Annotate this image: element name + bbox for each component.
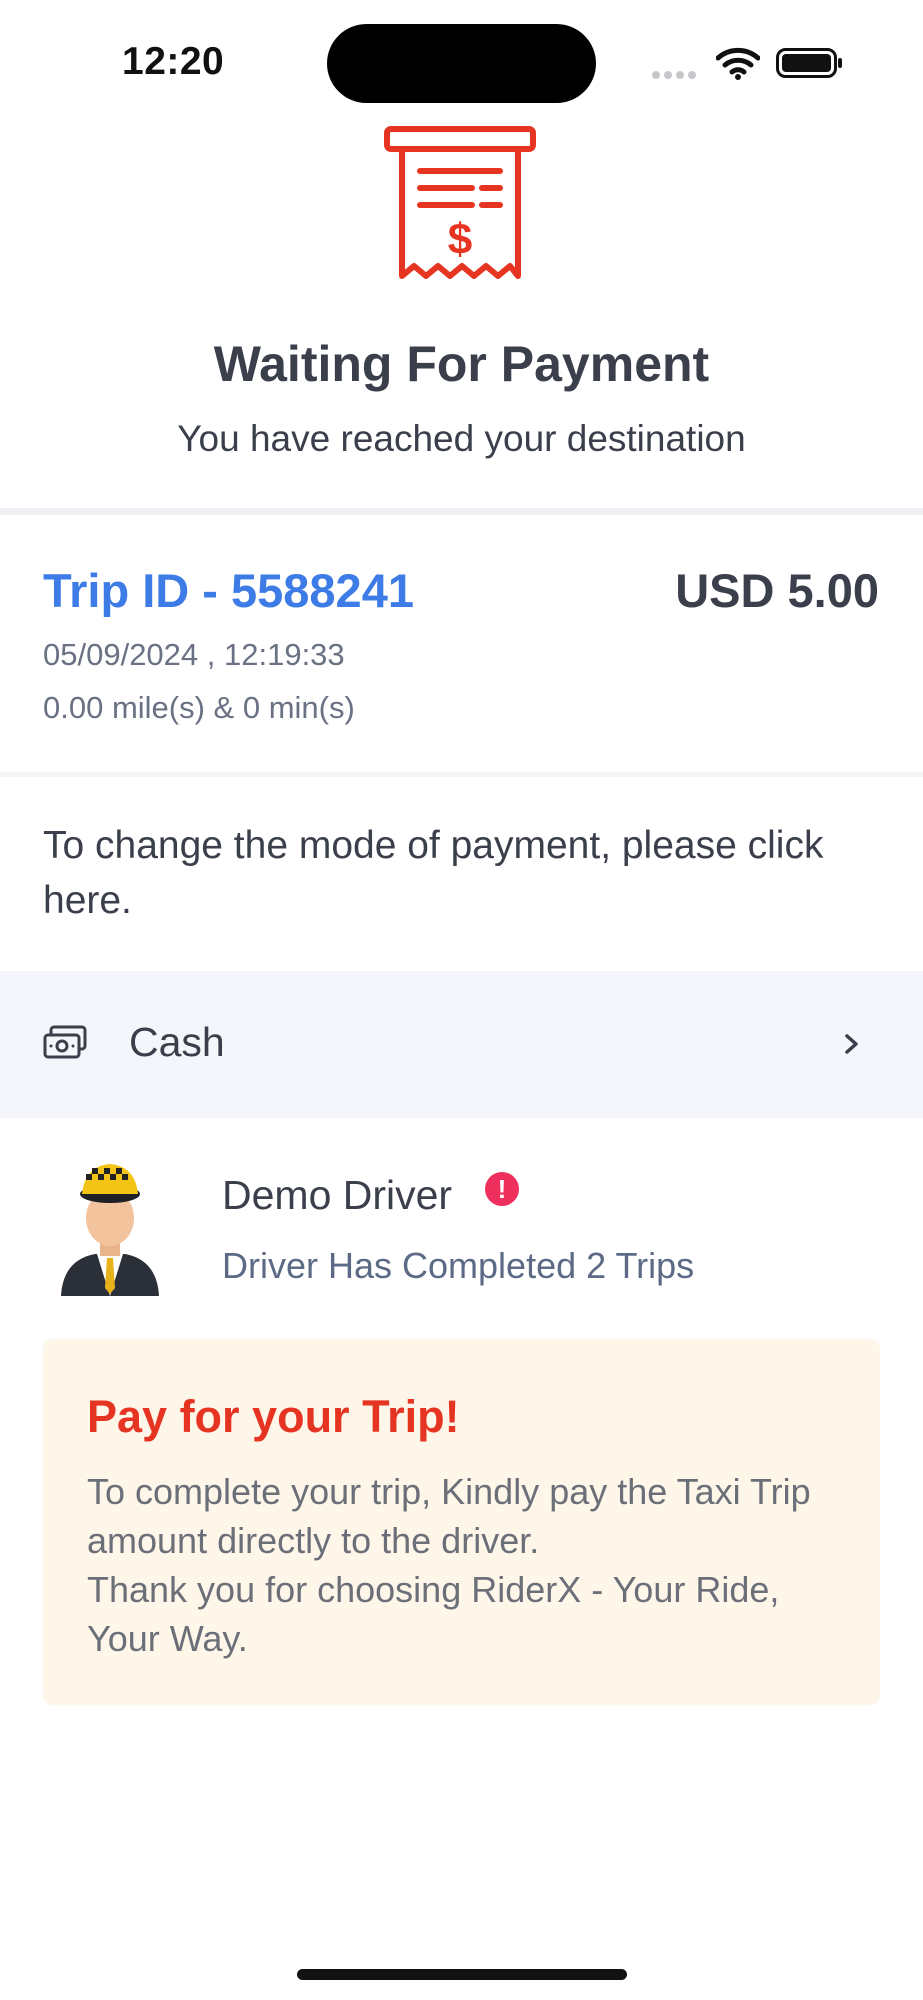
trip-amount: USD 5.00 [675, 564, 879, 617]
notice-body: To complete your trip, Kindly pay the Ta… [87, 1467, 847, 1663]
driver-avatar [61, 1164, 159, 1296]
payment-notice-card: Pay for your Trip! To complete your trip… [43, 1339, 880, 1705]
payment-mode-label: Cash [129, 1019, 225, 1065]
cellular-signal-icon [652, 66, 702, 79]
notice-title: Pay for your Trip! [87, 1391, 460, 1442]
page-subtitle: You have reached your destination [177, 418, 746, 459]
driver-trips-count: Driver Has Completed 2 Trips [222, 1245, 695, 1286]
section-divider [0, 508, 923, 515]
wifi-icon [716, 47, 760, 80]
battery-icon [776, 48, 842, 78]
page-title: Waiting For Payment [213, 336, 710, 392]
alert-icon[interactable]: ! [485, 1172, 519, 1206]
payment-mode-row[interactable]: Cash [0, 971, 923, 1118]
chevron-right-icon [845, 1034, 858, 1054]
dynamic-island [327, 24, 596, 103]
status-bar: 12:20 [0, 0, 923, 120]
trip-datetime: 05/09/2024 , 12:19:33 [43, 637, 345, 672]
status-time: 12:20 [122, 40, 225, 83]
cash-icon [43, 1025, 87, 1059]
svg-text:$: $ [448, 215, 472, 264]
home-indicator[interactable] [297, 1969, 627, 1980]
notice-body-line: To complete your trip, Kindly pay the Ta… [87, 1471, 811, 1561]
section-divider [0, 772, 923, 777]
notice-body-line: Thank you for choosing RiderX - Your Rid… [87, 1569, 780, 1659]
driver-name: Demo Driver [222, 1172, 453, 1218]
receipt-dollar-icon: $ [384, 126, 536, 279]
trip-distance-duration: 0.00 mile(s) & 0 min(s) [43, 690, 355, 725]
trip-id: Trip ID - 5588241 [43, 564, 414, 617]
change-payment-link[interactable]: To change the mode of payment, please cl… [43, 818, 883, 928]
